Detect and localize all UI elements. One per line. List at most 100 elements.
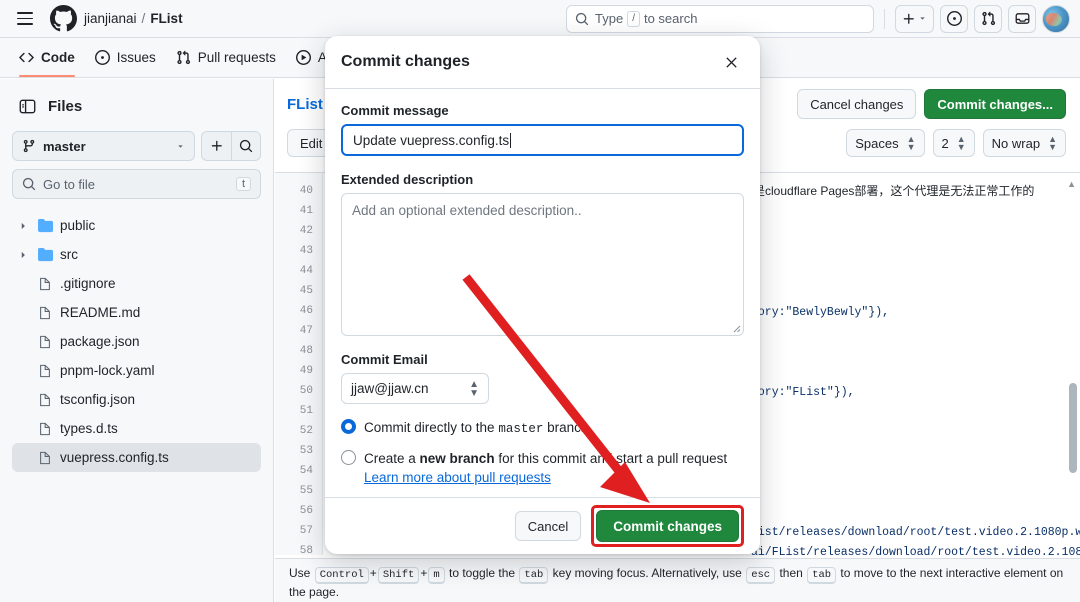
hint-text: key moving focus. Alternatively, use (553, 566, 742, 580)
file-icon (36, 364, 54, 378)
hint-text: then (779, 566, 802, 580)
files-sidebar: Files master Go to file t (0, 79, 274, 602)
extended-description-textarea[interactable]: Add an optional extended description.. (341, 193, 744, 336)
keyboard-hint: Use Control+Shift+m to toggle the tab ke… (289, 565, 1066, 601)
tab-pull-requests[interactable]: Pull requests (167, 38, 285, 77)
indent-mode-select[interactable]: Spaces ▲▼ (846, 129, 924, 157)
breadcrumb-repo[interactable]: FList (150, 11, 182, 26)
cancel-button[interactable]: Cancel (515, 511, 581, 541)
branch-selector[interactable]: master (12, 131, 195, 161)
add-file-button[interactable] (201, 131, 231, 161)
tree-item-readme[interactable]: README.md (12, 298, 261, 327)
commit-changes-button[interactable]: Commit changes (596, 510, 739, 542)
hint-plus: + (420, 566, 427, 580)
line-number: 48 (275, 341, 322, 361)
learn-more-pull-requests-link[interactable]: Learn more about pull requests (364, 470, 551, 485)
notifications-button[interactable] (1008, 5, 1036, 33)
editor-footer: Use Control+Shift+m to toggle the tab ke… (275, 558, 1080, 602)
tab-issues[interactable]: Issues (86, 38, 165, 77)
go-to-file-input[interactable]: Go to file t (12, 169, 261, 199)
line-number: 42 (275, 221, 322, 241)
indent-size-select[interactable]: 2 ▲▼ (933, 129, 975, 157)
wrap-mode-select[interactable]: No wrap ▲▼ (983, 129, 1066, 157)
wrap-mode-value: No wrap (992, 136, 1040, 151)
tree-item-label: types.d.ts (60, 421, 118, 436)
github-mark-icon[interactable] (48, 4, 78, 34)
search-icon (22, 177, 36, 191)
chevron-right-icon[interactable] (16, 221, 30, 231)
kbd-shift: Shift (378, 567, 420, 584)
commit-direct-label: Commit directly to the master branch (364, 418, 588, 439)
editor-header-buttons: Cancel changes Commit changes... (797, 89, 1066, 119)
hint-text: Use (289, 566, 310, 580)
sort-arrows-icon: ▲▼ (1048, 135, 1057, 151)
search-input[interactable]: Type / to search (566, 5, 874, 33)
option-branch-middle: for this commit and start a pull request (498, 451, 727, 466)
tree-item-vuepress-config[interactable]: vuepress.config.ts (12, 443, 261, 472)
tree-item-src[interactable]: src (12, 240, 261, 269)
commit-message-input[interactable]: Update vuepress.config.ts (341, 124, 744, 156)
resize-grip-icon[interactable] (731, 323, 741, 333)
code-string: tory:"BewlyBewly"}), (751, 306, 889, 319)
page-title: Files (48, 98, 82, 115)
chevron-right-icon[interactable] (16, 250, 30, 260)
issues-activity-button[interactable] (940, 5, 968, 33)
line-number: 44 (275, 261, 322, 281)
breadcrumb: jianjianai / FList (84, 11, 183, 26)
sidebar-toggle-icon (19, 98, 36, 115)
play-icon (296, 50, 311, 65)
dialog-footer: Cancel Commit changes (325, 497, 760, 554)
commit-direct-option[interactable]: Commit directly to the master branch (341, 418, 744, 439)
file-icon (36, 422, 54, 436)
repo-link[interactable]: FList (287, 96, 323, 113)
git-pull-request-icon (176, 50, 191, 65)
sort-arrows-icon: ▲▼ (957, 135, 966, 151)
avatar[interactable] (1042, 5, 1070, 33)
file-icon (36, 335, 54, 349)
line-number: 54 (275, 461, 322, 481)
go-to-file-placeholder: Go to file (43, 177, 229, 192)
line-number: 45 (275, 281, 322, 301)
tab-code-label: Code (41, 50, 75, 65)
kbd-tab2: tab (807, 567, 836, 584)
radio-create-branch[interactable] (341, 450, 356, 465)
file-icon (36, 277, 54, 291)
sort-arrows-icon: ▲▼ (469, 380, 479, 398)
kbd-tab: tab (519, 567, 548, 584)
commit-changes-top-button[interactable]: Commit changes... (924, 89, 1066, 119)
breadcrumb-owner[interactable]: jianjianai (84, 11, 137, 26)
indent-mode-value: Spaces (855, 136, 898, 151)
hint-text: page. (309, 585, 339, 599)
sidebar-header: Files (12, 87, 261, 125)
dialog-header: Commit changes (325, 36, 760, 89)
tab-code[interactable]: Code (10, 38, 84, 77)
line-number: 50 (275, 381, 322, 401)
folder-icon (36, 247, 54, 262)
close-icon[interactable] (718, 49, 744, 75)
radio-commit-direct[interactable] (341, 419, 356, 434)
line-number: 58 (275, 541, 322, 555)
code-scrollbar[interactable] (1069, 185, 1077, 545)
issue-opened-icon (95, 50, 110, 65)
create-branch-label: Create a new branch for this commit and … (364, 449, 744, 487)
tree-item-package-json[interactable]: package.json (12, 327, 261, 356)
file-icon (36, 393, 54, 407)
tree-item-types-d-ts[interactable]: types.d.ts (12, 414, 261, 443)
line-number: 49 (275, 361, 322, 381)
create-new-button[interactable] (895, 5, 934, 33)
tree-item-pnpm-lock[interactable]: pnpm-lock.yaml (12, 356, 261, 385)
tree-item-gitignore[interactable]: .gitignore (12, 269, 261, 298)
scrollbar-thumb[interactable] (1069, 383, 1077, 473)
commit-button-highlight: Commit changes (591, 505, 744, 547)
commit-message-label: Commit message (341, 103, 744, 118)
tree-item-tsconfig[interactable]: tsconfig.json (12, 385, 261, 414)
hamburger-icon[interactable] (10, 6, 40, 32)
tree-item-public[interactable]: public (12, 211, 261, 240)
search-files-button[interactable] (231, 131, 261, 161)
pull-requests-button[interactable] (974, 5, 1002, 33)
commit-email-select[interactable]: jjaw@jjaw.cn ▲▼ (341, 373, 489, 404)
side-panel-collapse-icon[interactable] (14, 93, 40, 119)
cancel-changes-button[interactable]: Cancel changes (797, 89, 916, 119)
create-branch-option[interactable]: Create a new branch for this commit and … (341, 449, 744, 487)
tree-item-label: README.md (60, 305, 140, 320)
